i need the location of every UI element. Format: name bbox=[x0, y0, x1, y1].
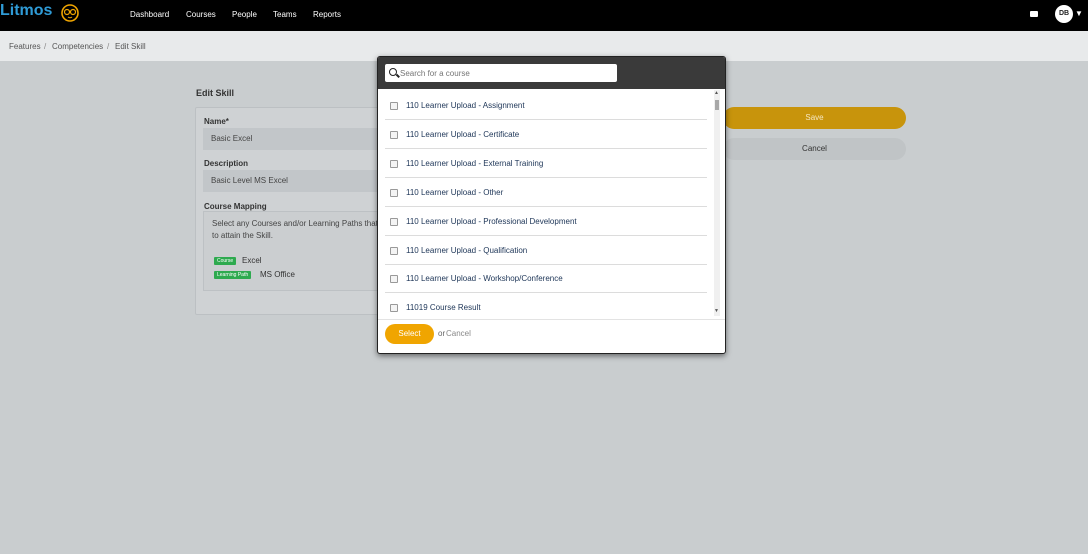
list-item[interactable]: 110 Learner Upload - Other bbox=[385, 178, 707, 207]
modal-header bbox=[378, 57, 725, 89]
course-label[interactable]: 110 Learner Upload - Assignment bbox=[406, 101, 525, 110]
top-navbar: Litmos Dashboard Courses People Teams Re… bbox=[0, 0, 1088, 31]
nav-people[interactable]: People bbox=[232, 10, 257, 19]
list-item[interactable]: 110 Learner Upload - External Training bbox=[385, 149, 707, 178]
course-checkbox[interactable] bbox=[390, 189, 398, 197]
learning-path-tag: Learning Path bbox=[214, 271, 252, 279]
mapped-course-name: Excel bbox=[242, 256, 262, 265]
course-tag: Course bbox=[214, 257, 237, 265]
course-label[interactable]: 110 Learner Upload - Workshop/Conference bbox=[406, 274, 563, 283]
chevron-down-icon[interactable]: ▼ bbox=[1075, 9, 1083, 18]
litmos-logo[interactable]: Litmos bbox=[0, 2, 52, 20]
course-picker-modal: 110 Learner Upload - Assignment 110 Lear… bbox=[377, 56, 726, 354]
course-checkbox[interactable] bbox=[390, 218, 398, 226]
nav-teams[interactable]: Teams bbox=[273, 10, 297, 19]
list-item[interactable]: 110 Learner Upload - Certificate bbox=[385, 120, 707, 149]
mail-icon[interactable] bbox=[1030, 11, 1038, 17]
avatar[interactable]: DB bbox=[1055, 5, 1073, 23]
breadcrumb-competencies[interactable]: Competencies bbox=[52, 42, 103, 51]
course-checkbox[interactable] bbox=[390, 247, 398, 255]
course-label[interactable]: 110 Learner Upload - Other bbox=[406, 188, 503, 197]
nav-dashboard[interactable]: Dashboard bbox=[130, 10, 169, 19]
breadcrumb-features[interactable]: Features bbox=[9, 42, 41, 51]
name-label: Name* bbox=[204, 117, 229, 126]
course-label[interactable]: 110 Learner Upload - External Training bbox=[406, 159, 543, 168]
breadcrumb-separator: / bbox=[107, 42, 110, 51]
course-label[interactable]: 110 Learner Upload - Professional Develo… bbox=[406, 217, 577, 226]
list-item[interactable]: 110 Learner Upload - Assignment bbox=[385, 91, 707, 120]
scroll-thumb[interactable] bbox=[715, 100, 719, 110]
scroll-down-arrow-icon[interactable]: ▼ bbox=[714, 308, 719, 314]
course-checkbox[interactable] bbox=[390, 160, 398, 168]
description-field[interactable]: Basic Level MS Excel bbox=[203, 170, 385, 192]
scroll-up-arrow-icon[interactable]: ▲ bbox=[714, 90, 719, 96]
save-button[interactable]: Save bbox=[723, 107, 906, 129]
list-item[interactable]: 110 Learner Upload - Workshop/Conference bbox=[385, 264, 707, 293]
mapped-learning-path-name: MS Office bbox=[260, 270, 295, 279]
list-item[interactable]: 110 Learner Upload - Professional Develo… bbox=[385, 207, 707, 236]
select-button[interactable]: Select bbox=[385, 324, 434, 344]
cancel-link[interactable]: Cancel bbox=[446, 329, 471, 338]
cancel-button[interactable]: Cancel bbox=[723, 138, 906, 160]
name-field[interactable]: Basic Excel bbox=[203, 128, 385, 150]
owl-mascot-icon bbox=[61, 4, 79, 22]
or-text: or bbox=[438, 329, 446, 338]
course-checkbox[interactable] bbox=[390, 304, 398, 312]
course-list: 110 Learner Upload - Assignment 110 Lear… bbox=[378, 89, 725, 317]
list-item[interactable]: 11019 Course Result bbox=[385, 293, 707, 317]
description-label: Description bbox=[204, 159, 249, 168]
page-title: Edit Skill bbox=[196, 88, 235, 98]
course-mapping-label: Course Mapping bbox=[204, 202, 267, 211]
breadcrumb-edit-skill: Edit Skill bbox=[115, 42, 146, 51]
course-label[interactable]: 110 Learner Upload - Qualification bbox=[406, 246, 527, 255]
course-checkbox[interactable] bbox=[390, 131, 398, 139]
course-checkbox[interactable] bbox=[390, 102, 398, 110]
course-checkbox[interactable] bbox=[390, 275, 398, 283]
course-label[interactable]: 11019 Course Result bbox=[406, 303, 481, 312]
course-mapping-help: Select any Courses and/or Learning Paths… bbox=[212, 219, 378, 240]
search-input[interactable] bbox=[400, 64, 610, 82]
list-item[interactable]: 110 Learner Upload - Qualification bbox=[385, 236, 707, 265]
nav-courses[interactable]: Courses bbox=[186, 10, 216, 19]
breadcrumb-separator: / bbox=[44, 42, 47, 51]
modal-footer: Select or Cancel bbox=[378, 319, 725, 353]
search-box[interactable] bbox=[385, 64, 617, 82]
nav-reports[interactable]: Reports bbox=[313, 10, 341, 19]
search-icon bbox=[389, 68, 397, 76]
course-label[interactable]: 110 Learner Upload - Certificate bbox=[406, 130, 519, 139]
scrollbar[interactable]: ▲ ▼ bbox=[714, 90, 720, 316]
